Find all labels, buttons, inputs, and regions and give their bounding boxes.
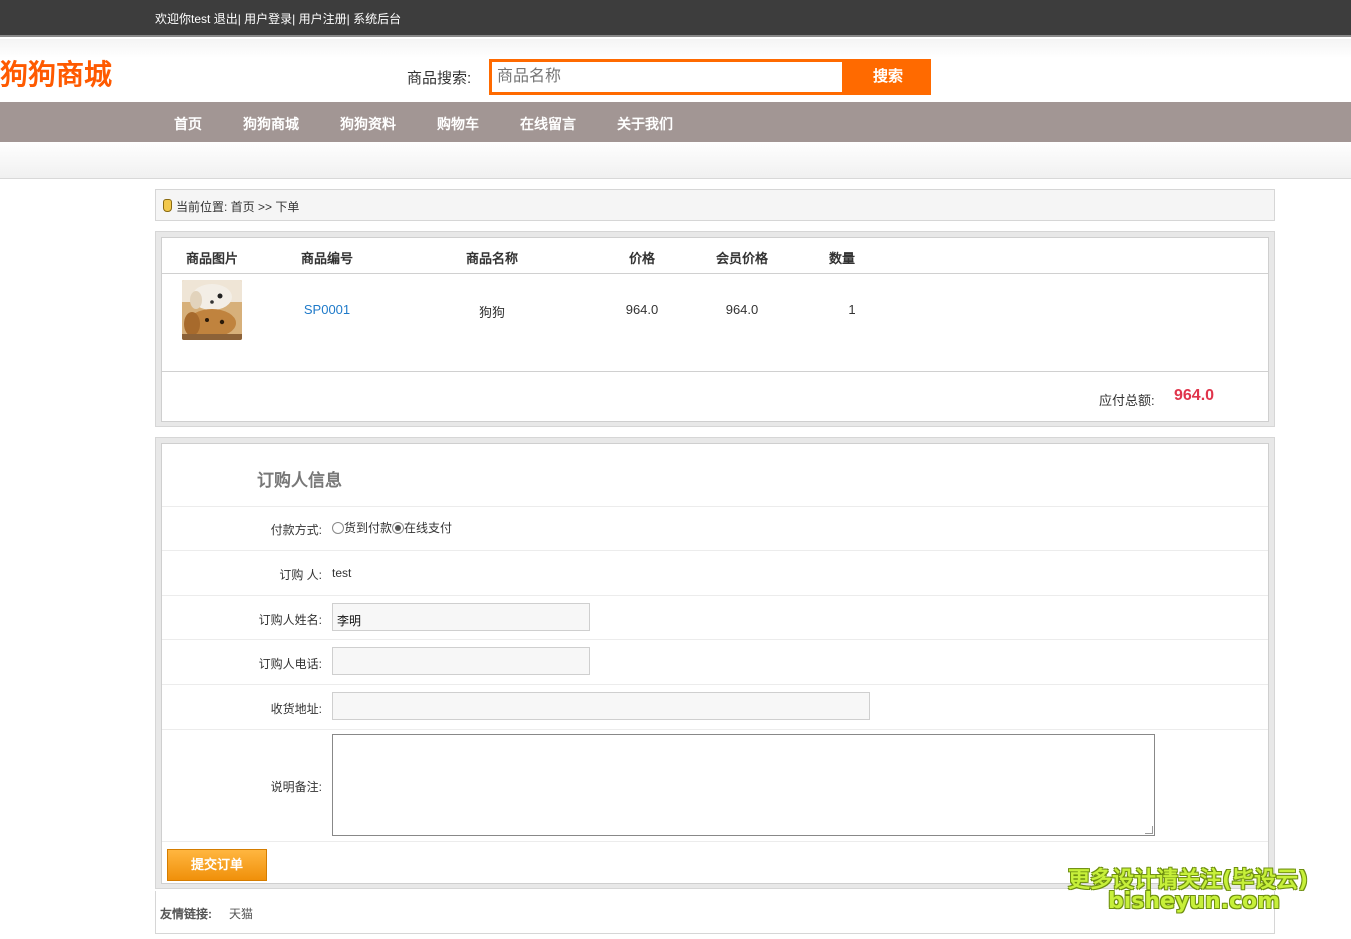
orderer-panel: 订购人信息 付款方式: 货到付款 在线支付 订购 人: test 订购人姓名: 李… — [155, 437, 1275, 889]
payment-label: 付款方式: — [270, 523, 322, 537]
payment-row: 付款方式: 货到付款 在线支付 — [162, 506, 1268, 550]
name-label: 订购人姓名: — [258, 613, 322, 627]
watermark-line2: bisheyun.com — [1108, 889, 1281, 914]
address-row: 收货地址: — [162, 684, 1268, 729]
search-box[interactable] — [489, 59, 845, 95]
welcome-text: 欢迎你test — [155, 12, 211, 26]
product-image[interactable] — [182, 280, 242, 340]
total-label: 应付总额: — [1099, 393, 1155, 408]
col-code: 商品编号 — [300, 251, 354, 266]
form-title: 订购人信息 — [257, 471, 342, 490]
phone-label: 订购人电话: — [258, 657, 322, 671]
col-image: 商品图片 — [185, 251, 239, 266]
header: 狗狗商城 商品搜索: 搜索 — [0, 39, 1351, 102]
top-links: 欢迎你test 退出| 用户登录| 用户注册| 系统后台 — [155, 12, 402, 26]
payment-options: 货到付款 在线支付 — [332, 519, 452, 536]
name-field[interactable]: 李明 — [332, 603, 590, 631]
admin-link[interactable]: 系统后台 — [353, 12, 401, 26]
col-name: 商品名称 — [465, 251, 519, 266]
friend-links-label: 友情链接: — [160, 907, 212, 921]
product-quantity: 1 — [848, 302, 856, 317]
location-icon — [163, 199, 172, 212]
col-quantity: 数量 — [828, 251, 856, 266]
phone-field[interactable] — [332, 647, 590, 675]
col-member-price: 会员价格 — [715, 251, 769, 266]
table-header: 商品图片 商品编号 商品名称 价格 会员价格 数量 — [162, 238, 1268, 274]
total-value: 964.0 — [1174, 387, 1215, 404]
nav-item-shop[interactable]: 狗狗商城 — [243, 114, 299, 134]
breadcrumb-text: 当前位置: 首页 >> 下单 — [176, 200, 300, 214]
product-member-price: 964.0 — [725, 302, 759, 317]
remark-textarea[interactable] — [332, 734, 1155, 836]
remark-label: 说明备注: — [270, 780, 322, 794]
nav-item-dog-info[interactable]: 狗狗资料 — [340, 114, 396, 134]
option-cod-label: 货到付款 — [344, 521, 393, 535]
site-logo[interactable]: 狗狗商城 — [0, 53, 112, 93]
buyer-row: 订购 人: test — [162, 550, 1268, 595]
breadcrumb: 当前位置: 首页 >> 下单 — [155, 189, 1275, 221]
login-link[interactable]: 用户登录 — [244, 12, 292, 26]
product-price: 964.0 — [625, 302, 659, 317]
friend-link-tmall[interactable]: 天猫 — [229, 905, 253, 922]
product-name: 狗狗 — [478, 305, 506, 320]
address-label: 收货地址: — [270, 702, 322, 716]
remark-row: 说明备注: — [162, 729, 1268, 841]
address-field[interactable] — [332, 692, 870, 720]
sub-band — [0, 142, 1351, 179]
product-code-link[interactable]: SP0001 — [304, 302, 350, 317]
search-input[interactable] — [492, 62, 842, 92]
row-divider — [162, 371, 1268, 372]
search-label: 商品搜索: — [407, 70, 472, 87]
register-link[interactable]: 用户注册 — [299, 12, 347, 26]
nav-item-cart[interactable]: 购物车 — [437, 114, 479, 134]
order-table: 商品图片 商品编号 商品名称 价格 会员价格 数量 SP0001 狗狗 964.… — [161, 237, 1269, 422]
name-row: 订购人姓名: 李明 — [162, 595, 1268, 639]
radio-online[interactable] — [392, 522, 405, 534]
resize-handle-icon[interactable] — [1145, 826, 1153, 834]
col-price: 价格 — [628, 251, 656, 266]
buyer-value: test — [332, 566, 352, 580]
top-bar: 欢迎你test 退出| 用户登录| 用户注册| 系统后台 — [0, 0, 1351, 37]
submit-order-button[interactable]: 提交订单 — [167, 849, 267, 881]
order-panel: 商品图片 商品编号 商品名称 价格 会员价格 数量 SP0001 狗狗 964.… — [155, 231, 1275, 427]
main-nav: 首页 狗狗商城 狗狗资料 购物车 在线留言 关于我们 — [0, 102, 1351, 142]
phone-row: 订购人电话: — [162, 639, 1268, 684]
nav-item-message[interactable]: 在线留言 — [520, 114, 576, 134]
nav-item-about[interactable]: 关于我们 — [617, 114, 673, 134]
radio-cod[interactable] — [332, 522, 344, 534]
logout-link[interactable]: 退出 — [214, 12, 238, 26]
option-online-label: 在线支付 — [404, 521, 453, 535]
search-button[interactable]: 搜索 — [845, 59, 931, 95]
orderer-form: 订购人信息 付款方式: 货到付款 在线支付 订购 人: test 订购人姓名: 李… — [161, 443, 1269, 884]
nav-item-home[interactable]: 首页 — [174, 114, 202, 134]
footer-links: 友情链接: 天猫 — [155, 891, 1275, 934]
buyer-label: 订购 人: — [279, 568, 322, 582]
